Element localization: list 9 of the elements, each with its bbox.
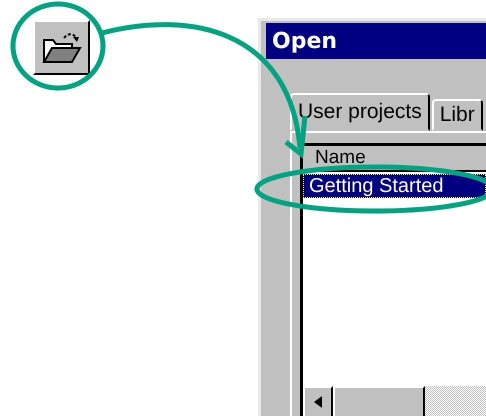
project-row[interactable]: Getting Started <box>303 174 486 198</box>
scroll-thumb[interactable] <box>333 386 425 416</box>
open-folder-button[interactable] <box>33 20 90 75</box>
dialog-title: Open <box>266 23 486 59</box>
left-triangle-icon <box>314 396 322 408</box>
tab[interactable]: Libr <box>432 99 483 131</box>
horizontal-scrollbar[interactable] <box>303 386 486 416</box>
tab[interactable]: User projects <box>290 93 430 131</box>
scroll-left-button[interactable] <box>303 386 333 416</box>
